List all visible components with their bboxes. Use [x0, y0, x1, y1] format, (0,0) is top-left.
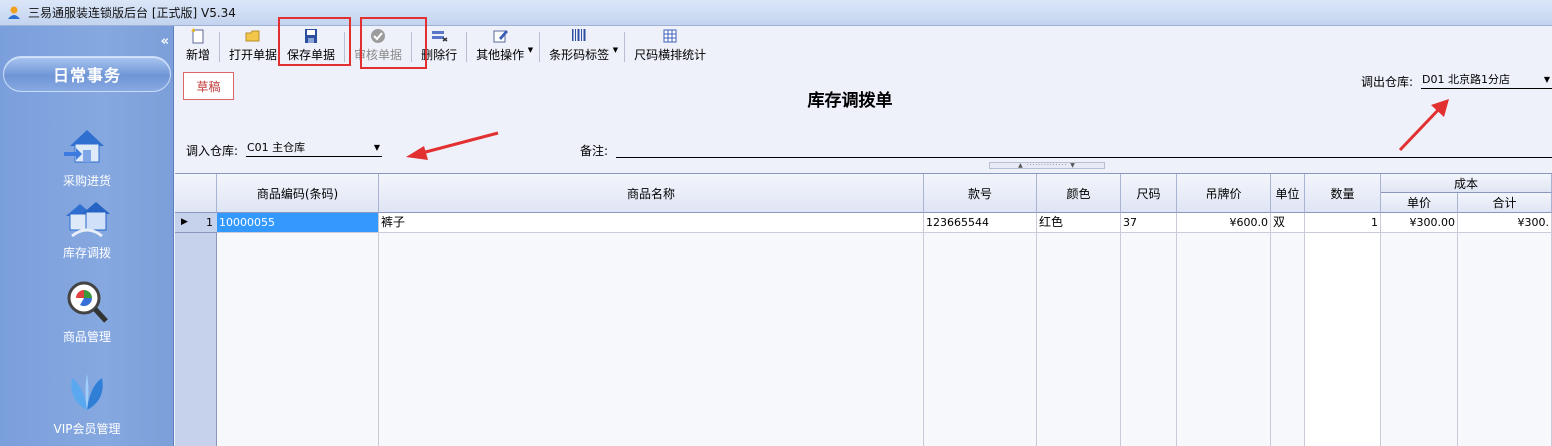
table-cell-unit[interactable]: 双: [1271, 213, 1305, 233]
row-number: 1: [206, 216, 213, 229]
corner-header: [175, 174, 217, 213]
table-cell-size[interactable]: 37: [1121, 213, 1177, 233]
col-header-tag-price[interactable]: 吊牌价: [1177, 174, 1271, 213]
table-cell-style-no[interactable]: 123665544: [924, 213, 1037, 233]
table-cell-color[interactable]: 红色: [1037, 213, 1121, 233]
arrow-to-in-warehouse: [417, 131, 499, 156]
grid-column-line: [1037, 233, 1121, 446]
col-header-name[interactable]: 商品名称: [379, 174, 924, 213]
table-cell-cost-unit[interactable]: ¥300.00: [1381, 213, 1458, 233]
table-cell-cost-total[interactable]: ¥300.: [1458, 213, 1552, 233]
table-cell-code[interactable]: 10000055: [217, 213, 379, 233]
col-header-style-no[interactable]: 款号: [924, 174, 1037, 213]
grid-column-line: [379, 233, 924, 446]
col-header-color[interactable]: 颜色: [1037, 174, 1121, 213]
table-cell-qty[interactable]: 1: [1305, 213, 1381, 233]
row-indicator[interactable]: ▶ 1: [175, 213, 217, 233]
items-grid: 商品编码(条码) 商品名称 款号 颜色 尺码 吊牌价 单位 数量 成本 单价 合…: [175, 173, 1552, 446]
grid-column-line: [1177, 233, 1271, 446]
table-cell-tag-price[interactable]: ¥600.0: [1177, 213, 1271, 233]
grid-column-line: [1121, 233, 1177, 446]
grid-column-line: [217, 233, 379, 446]
col-header-qty[interactable]: 数量: [1305, 174, 1381, 213]
col-header-code[interactable]: 商品编码(条码): [217, 174, 379, 213]
arrow-to-out-warehouse: [1398, 106, 1442, 152]
grid-column-line: [1458, 233, 1552, 446]
current-row-icon: ▶: [181, 217, 188, 227]
grid-column-line: [1305, 233, 1381, 446]
col-header-cost-total[interactable]: 合计: [1458, 193, 1552, 213]
table-cell-name[interactable]: 裤子: [379, 213, 924, 233]
grid-column-line: [1381, 233, 1458, 446]
grid-column-line: [924, 233, 1037, 446]
col-header-size[interactable]: 尺码: [1121, 174, 1177, 213]
arrow-head: [406, 146, 428, 160]
col-header-cost-unit[interactable]: 单价: [1381, 193, 1458, 213]
col-header-unit[interactable]: 单位: [1271, 174, 1305, 213]
col-header-cost-group: 成本: [1381, 174, 1552, 193]
grid-column-line: [1271, 233, 1305, 446]
